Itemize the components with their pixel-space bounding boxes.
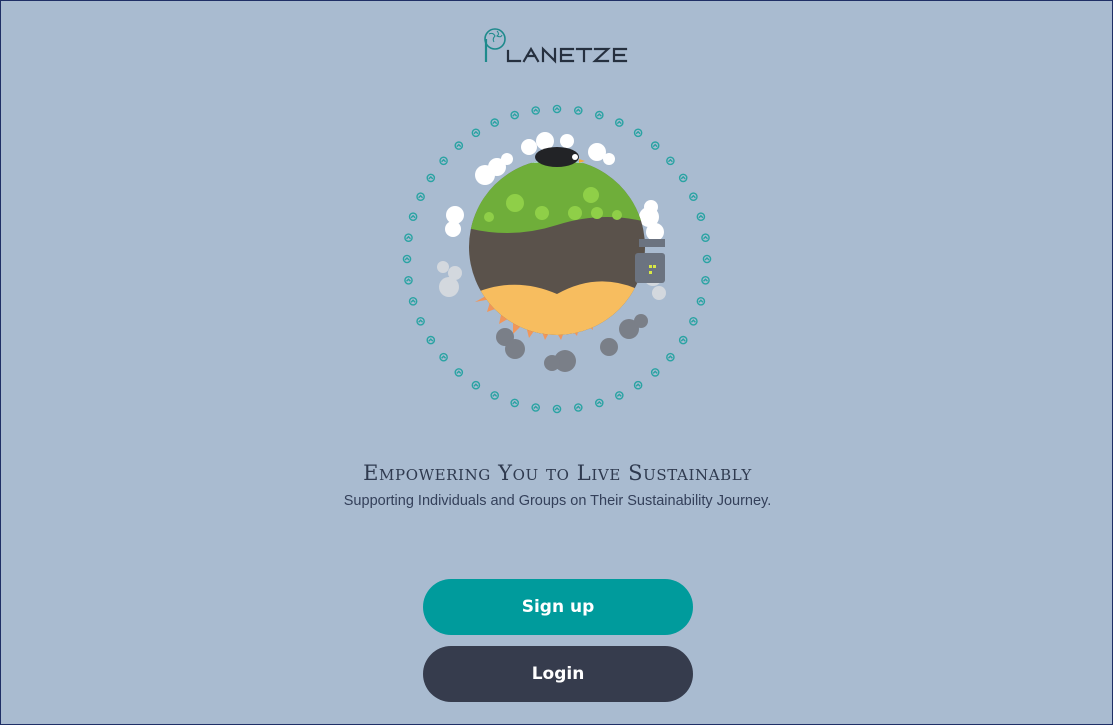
ring-eco-icon (426, 173, 436, 183)
ring-eco-icon (471, 380, 481, 390)
ring-eco-icon (426, 335, 436, 345)
ring-eco-icon (633, 380, 643, 390)
app-window: Empowering You to Live Sustainably Suppo… (0, 0, 1113, 725)
ring-eco-icon (666, 352, 675, 362)
ring-eco-icon (573, 403, 583, 412)
ring-eco-icon (454, 141, 464, 150)
planet-illustration (402, 104, 712, 414)
ring-eco-icon (402, 254, 412, 264)
ring-eco-icon (666, 156, 675, 166)
signup-button[interactable]: Sign up (423, 579, 693, 635)
ring-eco-icon (689, 192, 698, 201)
ring-eco-icon (408, 296, 418, 306)
ring-eco-icon (696, 296, 706, 306)
ring-eco-icon (594, 398, 604, 408)
planetze-logo (484, 28, 628, 64)
ring-eco-icon (678, 173, 688, 183)
login-button[interactable]: Login (423, 646, 693, 702)
ring-eco-icon (416, 316, 425, 326)
ring-eco-icon (614, 391, 624, 400)
ring-eco-icon (408, 212, 418, 221)
ring-eco-icon (404, 275, 413, 285)
headline: Empowering You to Live Sustainably (363, 461, 752, 485)
ring-eco-icon (650, 368, 660, 377)
ring-eco-icon (614, 118, 624, 127)
ring-eco-icon (633, 128, 643, 138)
ring-eco-icon (471, 128, 481, 138)
ring-eco-icon (701, 275, 710, 285)
ring-eco-icon (490, 391, 499, 400)
ring-eco-icon (531, 106, 540, 115)
ring-eco-icon (404, 233, 413, 242)
ring-eco-icon (689, 316, 698, 326)
ring-eco-icon (439, 156, 448, 166)
ring-eco-icon (701, 233, 710, 242)
ring-eco-icon (650, 141, 660, 150)
ring-eco-icon (573, 106, 583, 115)
ring-eco-icon (439, 352, 448, 362)
ring-eco-icon (678, 335, 688, 345)
ring-eco-icon (696, 212, 706, 221)
ring-eco-icon (552, 404, 562, 414)
ring-eco-icon (594, 110, 604, 120)
ring-eco-icon (702, 254, 712, 264)
ring-eco-icon (416, 192, 425, 201)
ring-eco-icon (531, 403, 540, 412)
ring-eco-icon (510, 110, 519, 120)
ring-eco-icon (454, 368, 464, 377)
ring-eco-icon (490, 118, 499, 127)
ring-eco-icon (552, 104, 562, 114)
subheadline: Supporting Individuals and Groups on The… (343, 493, 772, 509)
ring-eco-icon (510, 398, 519, 408)
